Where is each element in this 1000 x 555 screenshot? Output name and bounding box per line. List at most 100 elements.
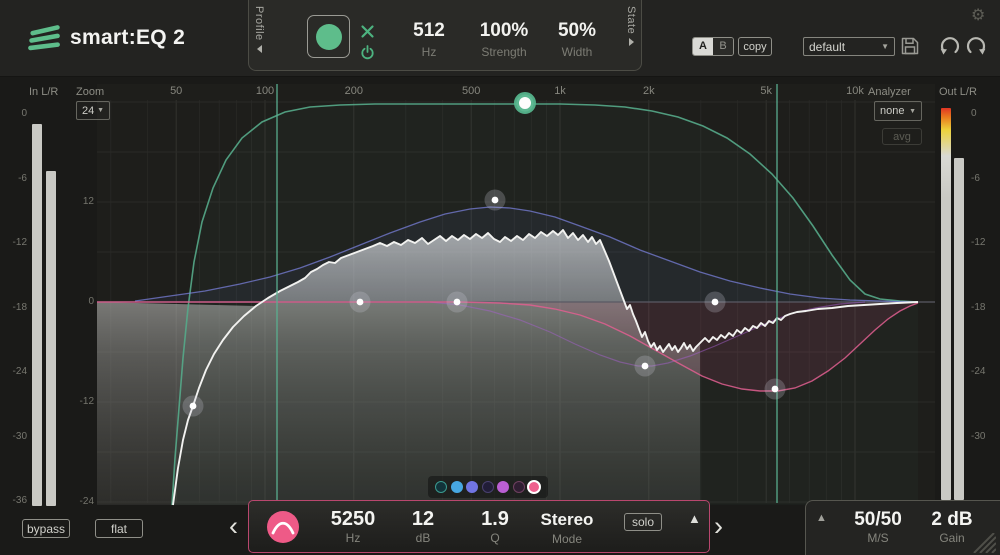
copy-button[interactable]: copy xyxy=(738,37,772,56)
profile-width-value: 50% xyxy=(532,20,622,42)
band-q-value: 1.9 xyxy=(455,509,535,530)
power-icon[interactable] xyxy=(360,45,375,60)
app-title: smart:EQ 2 xyxy=(70,26,185,50)
sonible-logo-icon xyxy=(27,23,65,57)
band-dot-4[interactable] xyxy=(482,481,494,493)
freq-axis-label: 10k xyxy=(846,85,864,97)
expand-right-icon xyxy=(629,38,634,46)
solo-button[interactable]: solo xyxy=(624,513,662,531)
band-mode-readout[interactable]: Stereo Mode xyxy=(527,509,607,546)
output-gain-value: 2 dB xyxy=(912,509,992,530)
db-axis-label: 12 xyxy=(60,196,94,207)
out-meter-label: Out L/R xyxy=(939,86,977,98)
band-dot-5[interactable] xyxy=(497,481,509,493)
selected-band-icon[interactable] xyxy=(267,511,299,543)
freq-axis-label: 1k xyxy=(554,85,566,97)
out-meter-left xyxy=(941,108,951,500)
collapse-left-icon xyxy=(257,45,262,53)
caret-down-icon: ▼ xyxy=(909,108,916,115)
band-handle-center xyxy=(454,299,461,306)
meter-scale-label: -12 xyxy=(971,237,997,248)
band-mode-unit: Mode xyxy=(527,532,607,546)
redo-icon[interactable] xyxy=(963,33,989,59)
in-meter-label: In L/R xyxy=(29,86,58,98)
ab-a[interactable]: A xyxy=(693,38,713,55)
undo-icon[interactable] xyxy=(937,33,963,59)
analyzer-value: none xyxy=(880,105,904,117)
meter-scale-label: -18 xyxy=(0,302,27,313)
top-bar: smart:EQ 2 Profile State xyxy=(0,0,1000,77)
band-freq-value: 5250 xyxy=(313,509,393,530)
band-handle-center xyxy=(712,299,719,306)
zoom-label: Zoom xyxy=(76,86,104,98)
profile-color-button[interactable] xyxy=(307,15,350,58)
ab-toggle[interactable]: A B xyxy=(692,37,734,56)
band-q-unit: Q xyxy=(455,531,535,545)
profile-width-unit: Width xyxy=(532,45,622,59)
state-tab-label: State xyxy=(625,6,637,34)
band-dot-1[interactable] xyxy=(435,481,447,493)
meter-scale-label: 0 xyxy=(0,108,27,119)
meter-scale-label: -36 xyxy=(0,495,27,506)
prev-band-chevron[interactable]: ‹ xyxy=(229,511,238,541)
analyzer-label: Analyzer xyxy=(868,86,911,98)
freq-axis-label: 200 xyxy=(345,85,363,97)
meter-scale-label: -6 xyxy=(971,173,997,184)
freq-axis-label: 50 xyxy=(170,85,182,97)
meter-scale-label: 0 xyxy=(971,108,997,119)
preset-value: default xyxy=(809,40,845,54)
band-q-readout[interactable]: 1.9 Q xyxy=(455,509,535,545)
save-preset-icon[interactable] xyxy=(900,36,920,56)
meter-scale-label: -24 xyxy=(971,366,997,377)
meter-scale-label: -30 xyxy=(0,431,27,442)
band-bar-expand-icon[interactable]: ▲ xyxy=(688,511,701,526)
freq-axis-label: 100 xyxy=(256,85,274,97)
output-ms-unit: M/S xyxy=(838,531,918,545)
profile-tab-label: Profile xyxy=(253,6,265,41)
avg-button[interactable]: avg xyxy=(882,128,922,145)
band-freq-readout[interactable]: 5250 Hz xyxy=(313,509,393,545)
state-tab[interactable]: State xyxy=(623,6,639,68)
zoom-dropdown[interactable]: 24 ▼ xyxy=(76,101,110,120)
db-axis-label: -12 xyxy=(60,396,94,407)
resize-grip-icon[interactable] xyxy=(966,533,996,553)
profile-handle[interactable] xyxy=(517,95,534,112)
analyzer-dropdown[interactable]: none ▼ xyxy=(874,101,922,121)
gear-icon[interactable]: ⚙ xyxy=(971,5,985,25)
band-gain-value: 12 xyxy=(383,509,463,530)
freq-axis-label: 2k xyxy=(643,85,655,97)
in-meter-right xyxy=(46,171,56,506)
in-meter-left xyxy=(32,124,42,506)
db-axis-label: 0 xyxy=(60,296,94,307)
output-expand-icon[interactable]: ▲ xyxy=(816,512,827,524)
out-meter-right xyxy=(954,158,964,500)
bell-curve-icon xyxy=(267,511,299,543)
db-axis-label: -24 xyxy=(60,496,94,507)
caret-down-icon: ▼ xyxy=(881,42,889,51)
meter-scale-label: -12 xyxy=(0,237,27,248)
band-gain-readout[interactable]: 12 dB xyxy=(383,509,463,545)
ab-b[interactable]: B xyxy=(713,38,733,55)
band-handle-center xyxy=(357,299,364,306)
band-dot-7-selected[interactable] xyxy=(527,480,541,494)
band-dot-6[interactable] xyxy=(513,481,525,493)
freq-axis-label: 500 xyxy=(462,85,480,97)
remove-profile-icon[interactable] xyxy=(360,24,375,39)
next-band-chevron[interactable]: › xyxy=(714,511,723,541)
profile-tab[interactable]: Profile xyxy=(251,6,267,68)
band-handle-center xyxy=(772,386,779,393)
eq-graph[interactable] xyxy=(90,78,935,510)
bypass-button[interactable]: bypass xyxy=(22,519,70,538)
flat-button[interactable]: flat xyxy=(95,519,143,538)
output-ms-readout[interactable]: 50/50 M/S xyxy=(838,509,918,545)
band-handle-center xyxy=(642,363,649,370)
freq-axis-label: 5k xyxy=(760,85,772,97)
band-mode-value: Stereo xyxy=(527,509,607,531)
band-dot-2[interactable] xyxy=(451,481,463,493)
profile-panel: Profile State 512 Hz xyxy=(248,0,642,71)
band-gain-unit: dB xyxy=(383,531,463,545)
meter-scale-label: -30 xyxy=(971,431,997,442)
band-dot-3[interactable] xyxy=(466,481,478,493)
preset-dropdown[interactable]: default ▼ xyxy=(803,37,895,56)
profile-width-readout[interactable]: 50% Width xyxy=(532,20,622,59)
